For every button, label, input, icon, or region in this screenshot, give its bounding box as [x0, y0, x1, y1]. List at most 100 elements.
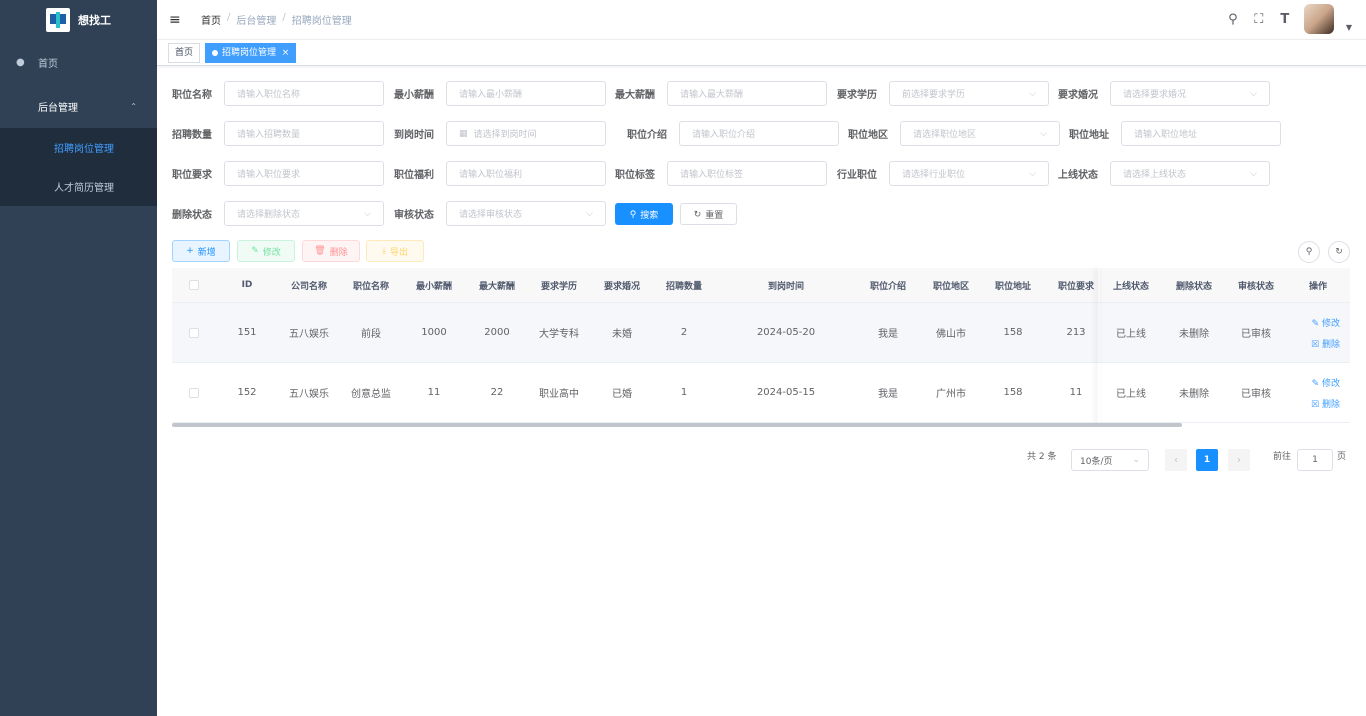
- next-page-button[interactable]: ›: [1228, 449, 1250, 471]
- delete-label: 删除: [329, 247, 348, 258]
- reset-button[interactable]: ↻ 重置: [680, 203, 737, 225]
- sidebar-item-job-management[interactable]: 招聘岗位管理: [0, 128, 157, 167]
- pagination-total: 共 2 条: [1027, 452, 1057, 462]
- select-field[interactable]: 请选择要求婚况 ⌵: [1110, 81, 1270, 106]
- edit-button[interactable]: ✎ 修改: [237, 240, 295, 262]
- form-item: 职位地址 请输入职位地址: [1069, 121, 1281, 146]
- row-edit-label: 修改: [1321, 318, 1340, 329]
- table-cell: 2000: [484, 327, 510, 338]
- table-cell: 11: [427, 387, 441, 398]
- table-header: ID 公司名称 职位名称 最小薪酬 最大薪酬 要求学历 要求婚况 招聘数量 到岗时间 职位介绍 职位…: [172, 268, 1350, 303]
- text-input[interactable]: 请输入职位福利: [446, 161, 606, 186]
- table-row[interactable]: 151 五八娱乐 前段 1000 2000 大学专科 未婚 2 2024-05-20 我是 佛山市 1…: [172, 303, 1350, 363]
- form-item: 职位介绍 请输入职位介绍: [627, 121, 839, 146]
- export-button[interactable]: ⤓ 导出: [366, 240, 424, 262]
- page-number-current[interactable]: 1: [1196, 449, 1218, 471]
- placeholder-text: 请输入职位介绍: [692, 130, 756, 140]
- text-input[interactable]: 请输入最小薪酬: [446, 81, 606, 106]
- row-checkbox[interactable]: [189, 280, 199, 290]
- sidebar: 想找工 ● 首页 后台管理 ⌃ 招聘岗位管理 人才简历管理: [0, 0, 157, 716]
- select-field[interactable]: 请选择删除状态 ⌵: [224, 201, 384, 226]
- row-checkbox[interactable]: [189, 327, 199, 338]
- checkbox-cell: [179, 303, 209, 362]
- text-input[interactable]: 请输入职位名称: [224, 81, 384, 106]
- row-delete-link[interactable]: ☒ 删除: [1311, 397, 1340, 410]
- edit-icon: ✎: [1311, 318, 1322, 329]
- font-size-icon[interactable]: T: [1278, 12, 1292, 27]
- form-label: 上线状态: [1058, 170, 1098, 181]
- text-input[interactable]: 请输入最大薪酬: [667, 81, 827, 106]
- placeholder-text: 请选择职位地区: [913, 130, 977, 140]
- goto-label: 前往: [1273, 452, 1292, 462]
- placeholder-text: 请选择行业职位: [902, 170, 966, 180]
- refresh-button[interactable]: ↻: [1328, 241, 1350, 263]
- tag-home[interactable]: 首页: [168, 43, 201, 63]
- form-item: 最大薪酬 请输入最大薪酬: [615, 81, 827, 106]
- row-checkbox[interactable]: [189, 387, 199, 398]
- fullscreen-icon[interactable]: ⛶: [1252, 12, 1266, 27]
- row-delete-link[interactable]: ☒ 删除: [1311, 337, 1340, 350]
- sidebar-group-admin[interactable]: 后台管理 ⌃: [0, 84, 157, 128]
- placeholder-text: 请输入招聘数量: [237, 130, 301, 140]
- close-icon[interactable]: ×: [282, 48, 290, 58]
- hamburger-icon[interactable]: ≡: [169, 12, 183, 28]
- date-picker[interactable]: ▦ 请选择到岗时间: [446, 121, 606, 146]
- text-input[interactable]: 请输入招聘数量: [224, 121, 384, 146]
- column-header: 审核状态: [1237, 281, 1274, 292]
- form-label: 职位地区: [848, 130, 888, 141]
- form-item: 职位要求 请输入职位要求: [172, 161, 384, 186]
- toggle-search-button[interactable]: ⚲: [1298, 241, 1320, 263]
- prev-page-button[interactable]: ‹: [1165, 449, 1187, 471]
- search-button[interactable]: ⚲ 搜索: [615, 203, 673, 225]
- form-item: 职位标签 请输入职位标签: [615, 161, 827, 186]
- chevron-left-icon: ‹: [1174, 454, 1178, 466]
- chevron-down-icon: ⌵: [1029, 168, 1036, 179]
- table-cell: 五八娱乐: [289, 329, 329, 340]
- select-field[interactable]: 请选择审核状态 ⌵: [446, 201, 606, 226]
- navbar: ≡ 首页 / 后台管理 / 招聘岗位管理 ⚲ ⛶ T ▼: [157, 0, 1366, 40]
- select-field[interactable]: 请选择上线状态 ⌵: [1110, 161, 1270, 186]
- text-input[interactable]: 请输入职位介绍: [679, 121, 839, 146]
- search-icon[interactable]: ⚲: [1226, 12, 1240, 27]
- header-right: ⚲ ⛶ T ▼: [1226, 4, 1352, 34]
- add-button[interactable]: + 新增: [172, 240, 230, 262]
- sidebar-item-home[interactable]: ● 首页: [0, 40, 157, 84]
- page-size-select[interactable]: 10条/页 ⌄: [1071, 449, 1149, 471]
- operations-cell: ✎ 修改 ☒ 删除: [1288, 303, 1348, 362]
- form-label: 行业职位: [837, 170, 877, 181]
- breadcrumb-current: 招聘岗位管理: [291, 16, 352, 27]
- caret-down-icon[interactable]: ▼: [1346, 23, 1352, 32]
- text-input[interactable]: 请输入职位标签: [667, 161, 827, 186]
- row-edit-link[interactable]: ✎ 修改: [1312, 376, 1340, 389]
- placeholder-text: 请输入职位地址: [1134, 130, 1198, 140]
- sidebar-item-resume-management[interactable]: 人才简历管理: [0, 167, 157, 206]
- select-field[interactable]: 请选择职位地区 ⌵: [900, 121, 1060, 146]
- sidebar-item-label: 首页: [38, 58, 58, 70]
- chevron-up-icon: ⌃: [130, 101, 137, 111]
- logo-icon: [46, 8, 70, 32]
- form-label: 删除状态: [172, 210, 212, 221]
- avatar[interactable]: [1303, 4, 1334, 34]
- tag-job-management[interactable]: 招聘岗位管理 ×: [205, 43, 297, 63]
- refresh-icon: ↻: [693, 208, 702, 219]
- text-input[interactable]: 请输入职位要求: [224, 161, 384, 186]
- select-field[interactable]: 前选择要求学历 ⌵: [889, 81, 1049, 106]
- form-item: 要求学历 前选择要求学历 ⌵: [837, 81, 1049, 106]
- table-row[interactable]: 152 五八娱乐 创意总监 11 22 职业高中 已婚 1 2024-05-15 我是 广州市 158…: [172, 363, 1350, 423]
- horizontal-scrollbar[interactable]: [172, 423, 1182, 427]
- goto-page-input[interactable]: 1: [1297, 449, 1333, 471]
- form-item: 删除状态 请选择删除状态 ⌵: [172, 201, 384, 226]
- table-cell: 我是: [878, 329, 898, 340]
- text-input[interactable]: 请输入职位地址: [1121, 121, 1281, 146]
- table-cell: 1000: [421, 327, 447, 338]
- row-edit-label: 修改: [1321, 378, 1340, 389]
- breadcrumb-home[interactable]: 首页: [201, 12, 221, 27]
- delete-button[interactable]: 🗑 删除: [302, 240, 360, 262]
- table-cell: 22: [490, 387, 504, 398]
- table-cell: 213: [1066, 327, 1086, 338]
- table-cell: 已上线: [1116, 389, 1146, 400]
- breadcrumb-separator: /: [227, 12, 231, 23]
- table-cell: 11: [1069, 387, 1083, 398]
- row-edit-link[interactable]: ✎ 修改: [1312, 316, 1340, 329]
- select-field[interactable]: 请选择行业职位 ⌵: [889, 161, 1049, 186]
